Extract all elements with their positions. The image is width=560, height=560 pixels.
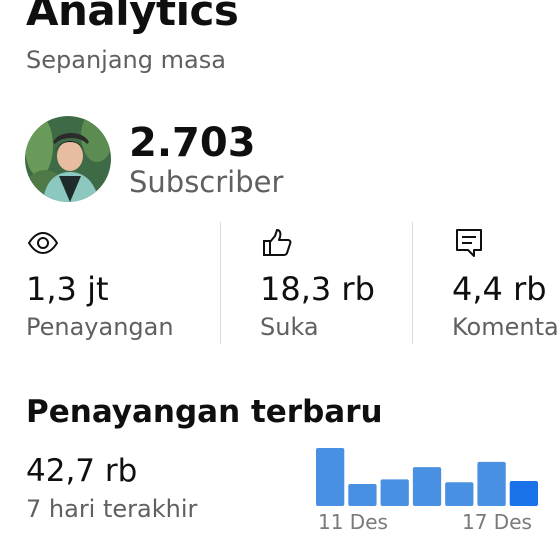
stat-likes[interactable]: 18,3 rb Suka bbox=[260, 222, 410, 344]
page-title: Analytics bbox=[26, 0, 239, 35]
chart-bar-13-des bbox=[380, 479, 409, 506]
stat-value: 18,3 rb bbox=[260, 270, 375, 308]
comment-icon bbox=[452, 226, 486, 260]
stat-label: Komentar bbox=[452, 313, 560, 341]
analytics-screen: Analytics Sepanjang masa 2.703 Subscribe… bbox=[0, 0, 560, 560]
stat-label: Penayangan bbox=[26, 313, 174, 341]
recent-views-chart[interactable] bbox=[316, 448, 538, 506]
subscriber-count: 2.703 bbox=[129, 120, 256, 166]
chart-bar-11-des bbox=[316, 448, 345, 506]
stat-value: 4,4 rb bbox=[452, 270, 547, 308]
recent-views-value: 42,7 rb bbox=[26, 453, 138, 489]
channel-avatar[interactable] bbox=[25, 116, 111, 202]
chart-bar-14-des bbox=[412, 467, 442, 506]
stat-views[interactable]: 1,3 jt Penayangan bbox=[26, 222, 216, 344]
eye-icon bbox=[26, 226, 60, 260]
recent-views-title: Penayangan terbaru bbox=[26, 394, 383, 430]
recent-views-period: 7 hari terakhir bbox=[26, 495, 198, 523]
chart-bar-17-des bbox=[509, 481, 538, 506]
x-tick-label-start: 11 Des bbox=[318, 510, 388, 534]
x-tick-label-end: 17 Des bbox=[462, 510, 532, 534]
subscriber-label: Subscriber bbox=[129, 165, 284, 199]
chart-bar-15-des bbox=[445, 482, 474, 506]
stat-divider bbox=[220, 222, 221, 344]
stat-comments[interactable]: 4,4 rb Komentar bbox=[452, 222, 560, 344]
stat-value: 1,3 jt bbox=[26, 270, 109, 308]
chart-bar-12-des bbox=[348, 483, 377, 506]
stat-divider bbox=[412, 222, 413, 344]
chart-bar-16-des bbox=[477, 461, 506, 506]
thumbs-up-icon bbox=[260, 226, 294, 260]
period-subtitle: Sepanjang masa bbox=[26, 46, 226, 74]
stat-label: Suka bbox=[260, 313, 319, 341]
